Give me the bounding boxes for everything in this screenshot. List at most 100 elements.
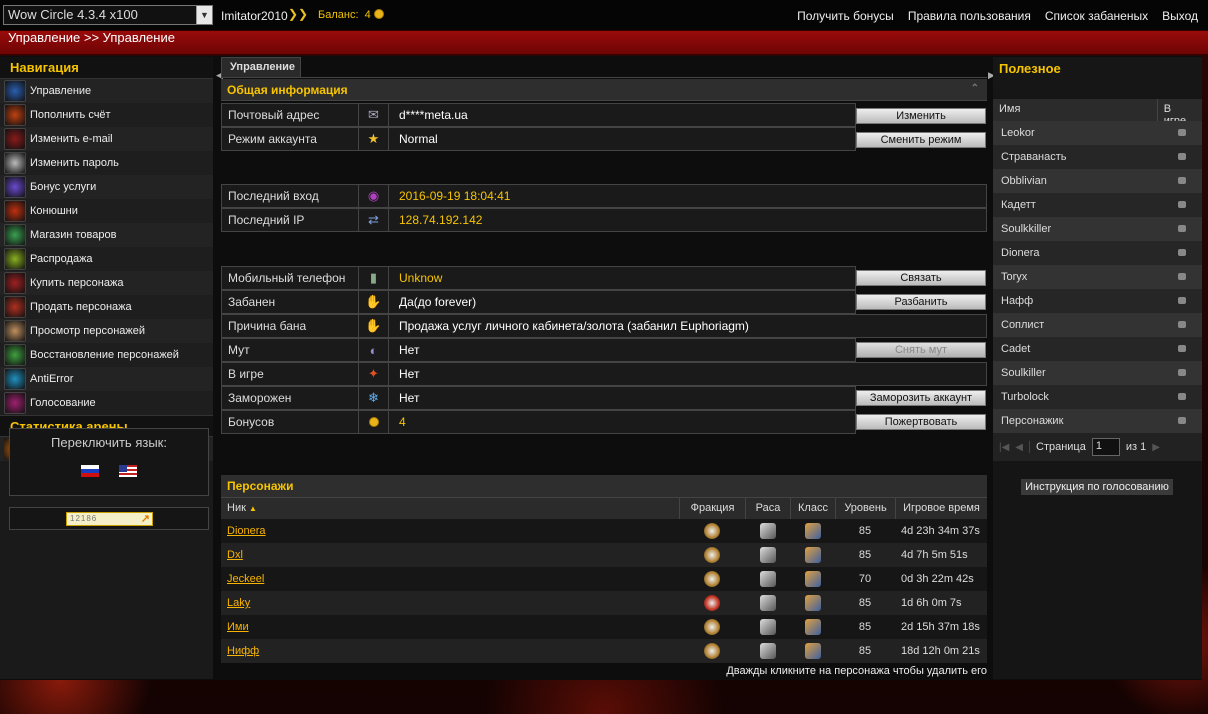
- character-nick-link[interactable]: Нифф: [227, 645, 259, 657]
- phone-value: Unknow: [389, 266, 856, 290]
- status-icon: [1178, 417, 1186, 424]
- character-nick-link[interactable]: Ими: [227, 621, 249, 633]
- page-input[interactable]: 1: [1091, 438, 1120, 456]
- character-row[interactable]: Ими 85 2d 15h 37m 18s: [221, 615, 987, 639]
- online-row[interactable]: Dionera: [993, 241, 1202, 265]
- nav-item[interactable]: Бонус услуги: [0, 175, 213, 199]
- col-nick[interactable]: Ник ▲: [221, 498, 679, 519]
- nav-item[interactable]: Распродажа: [0, 247, 213, 271]
- nav-item[interactable]: Купить персонажа: [0, 271, 213, 295]
- main-panel: Управление Общая информация ⌃ Почтовый ад…: [221, 57, 987, 679]
- race-cell: [745, 615, 790, 639]
- vote-instructions-button[interactable]: Инструкция по голосованию: [1021, 479, 1173, 495]
- character-nick-link[interactable]: Laky: [227, 597, 250, 609]
- online-name: Turbolock: [1001, 391, 1049, 403]
- online-row[interactable]: Cadet: [993, 337, 1202, 361]
- nav-item[interactable]: Изменить пароль: [0, 151, 213, 175]
- nav-item[interactable]: Голосование: [0, 391, 213, 415]
- online-row[interactable]: Персонажик: [993, 409, 1202, 433]
- online-row[interactable]: Страванасть: [993, 145, 1202, 169]
- race-cell: [745, 591, 790, 615]
- nav-icon: [4, 272, 26, 294]
- character-nick: Dxl: [221, 543, 679, 567]
- col-playtime[interactable]: Игровое время: [895, 498, 987, 519]
- nav-item[interactable]: Пополнить счёт: [0, 103, 213, 127]
- race-icon: [759, 619, 776, 635]
- nav-icon: [4, 80, 26, 102]
- col-faction[interactable]: Фракция: [679, 498, 745, 519]
- faction-cell: [679, 543, 745, 567]
- online-row[interactable]: Соплист: [993, 313, 1202, 337]
- col-name[interactable]: Имя: [993, 99, 1157, 121]
- useful-title: Полезное: [993, 57, 1202, 95]
- tab-management[interactable]: Управление: [221, 57, 301, 77]
- online-row[interactable]: Obblivian: [993, 169, 1202, 193]
- link-phone-button[interactable]: Связать: [856, 270, 986, 286]
- online-row[interactable]: Leokor: [993, 121, 1202, 145]
- collapse-icon[interactable]: ⌃: [971, 83, 979, 94]
- character-row[interactable]: Dxl 85 4d 7h 5m 51s: [221, 543, 987, 567]
- phone-label: Мобильный телефон: [221, 266, 359, 290]
- class-cell: [790, 639, 835, 663]
- nav-item[interactable]: Управление: [0, 79, 213, 103]
- nav-item-label: Продать персонажа: [30, 301, 132, 313]
- character-nick: Нифф: [221, 639, 679, 663]
- unmute-button[interactable]: Снять мут: [856, 342, 986, 358]
- first-page-icon[interactable]: |◀: [999, 442, 1009, 453]
- unban-button[interactable]: Разбанить: [856, 294, 986, 310]
- col-class[interactable]: Класс: [790, 498, 835, 519]
- col-race[interactable]: Раса: [745, 498, 790, 519]
- online-row[interactable]: Нафф: [993, 289, 1202, 313]
- frozen-value: Нет: [389, 386, 856, 410]
- nav-item[interactable]: Изменить e-mail: [0, 127, 213, 151]
- online-row[interactable]: Soulkkiller: [993, 217, 1202, 241]
- prev-page-icon[interactable]: ◀: [1015, 442, 1023, 453]
- nav-item[interactable]: AntiError: [0, 367, 213, 391]
- donate-button[interactable]: Пожертвовать: [856, 414, 986, 430]
- col-ingame[interactable]: В игре: [1156, 99, 1202, 127]
- online-name: Dionera: [1001, 247, 1040, 259]
- chevron-down-icon[interactable]: ▼: [196, 6, 212, 24]
- nav-item-label: Просмотр персонажей: [30, 325, 146, 337]
- russian-flag-icon[interactable]: [81, 465, 99, 477]
- next-page-icon[interactable]: ▶: [1152, 442, 1160, 453]
- rules-link[interactable]: Правила пользования: [908, 9, 1031, 23]
- top-links: Получить бонусы Правила пользования Спис…: [797, 9, 1198, 23]
- nav-item[interactable]: Восстановление персонажей: [0, 343, 213, 367]
- online-row[interactable]: Toryx: [993, 265, 1202, 289]
- nav-item[interactable]: Магазин товаров: [0, 223, 213, 247]
- balance-label: Баланс:: [318, 9, 359, 21]
- change-mode-button[interactable]: Сменить режим: [856, 132, 986, 148]
- change-email-button[interactable]: Изменить: [856, 108, 986, 124]
- status-icon: [1178, 321, 1186, 328]
- nav-item[interactable]: Конюшни: [0, 199, 213, 223]
- character-nick-link[interactable]: Dionera: [227, 525, 266, 537]
- col-level[interactable]: Уровень: [835, 498, 895, 519]
- status-icon: [1178, 369, 1186, 376]
- online-name: Obblivian: [1001, 175, 1047, 187]
- race-cell: [745, 567, 790, 591]
- left-sidebar: Навигация Управление Пополнить счёт Измени…: [0, 57, 213, 679]
- character-row[interactable]: Laky 85 1d 6h 0m 7s: [221, 591, 987, 615]
- character-row[interactable]: Dionera 85 4d 23h 34m 37s: [221, 519, 987, 543]
- character-level: 85: [858, 621, 872, 633]
- faction-cell: [679, 591, 745, 615]
- freeze-account-button[interactable]: Заморозить аккаунт: [856, 390, 986, 406]
- online-row[interactable]: Soulkiller: [993, 361, 1202, 385]
- banlist-link[interactable]: Список забаненых: [1045, 9, 1148, 23]
- online-row[interactable]: Кадетт: [993, 193, 1202, 217]
- server-select[interactable]: Wow Circle 4.3.4 x100 ▼: [3, 5, 213, 25]
- online-row[interactable]: Turbolock: [993, 385, 1202, 409]
- class-cell: [790, 567, 835, 591]
- us-flag-icon[interactable]: [119, 465, 137, 477]
- character-row[interactable]: Jeckeel 70 0d 3h 22m 42s: [221, 567, 987, 591]
- logout-link[interactable]: Выход: [1162, 9, 1198, 23]
- nav-icon: [4, 176, 26, 198]
- counter-badge[interactable]: 12186 ↗: [66, 512, 153, 526]
- character-nick-link[interactable]: Dxl: [227, 549, 243, 561]
- character-row[interactable]: Нифф 85 18d 12h 0m 21s: [221, 639, 987, 663]
- character-nick-link[interactable]: Jeckeel: [227, 573, 264, 585]
- get-bonus-link[interactable]: Получить бонусы: [797, 9, 894, 23]
- nav-item[interactable]: Продать персонажа: [0, 295, 213, 319]
- nav-item[interactable]: Просмотр персонажей: [0, 319, 213, 343]
